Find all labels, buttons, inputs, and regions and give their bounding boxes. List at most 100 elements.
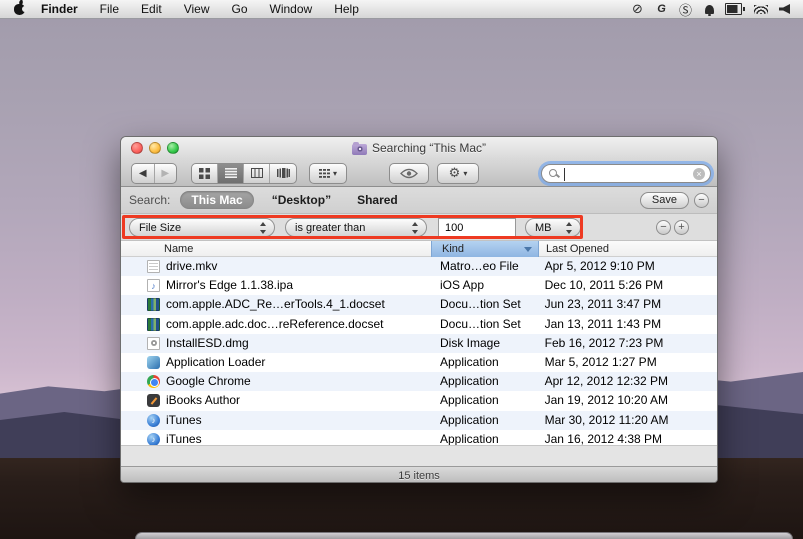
remove-filter-button[interactable]: − xyxy=(656,220,671,235)
file-kind: Docu…tion Set xyxy=(430,315,538,334)
toolbar: ◀ ▶ xyxy=(121,159,717,187)
zoom-button[interactable] xyxy=(167,142,179,154)
file-name-cell: com.apple.adc.doc…reReference.docset xyxy=(121,315,430,334)
file-video-icon xyxy=(147,260,160,273)
apple-icon[interactable] xyxy=(14,4,25,15)
volume-icon[interactable] xyxy=(776,0,793,18)
file-kind: Docu…tion Set xyxy=(430,295,538,314)
file-name-cell: Mirror's Edge 1.1.38.ipa xyxy=(121,276,430,295)
file-last-opened: Dec 10, 2011 5:26 PM xyxy=(538,276,717,295)
file-kind: Disk Image xyxy=(430,334,538,353)
scope-button[interactable]: This Mac xyxy=(180,191,253,209)
dock[interactable] xyxy=(135,532,793,539)
save-button[interactable]: Save xyxy=(640,192,689,209)
file-name: iBooks Author xyxy=(166,391,240,410)
menu-item-file[interactable]: File xyxy=(100,2,119,16)
add-filter-button[interactable]: + xyxy=(674,220,689,235)
columns-icon xyxy=(251,168,263,178)
filter-unit-value: MB xyxy=(535,222,552,234)
search-scopes: This Mac “Desktop” Shared xyxy=(180,191,405,209)
screen: Finder File Edit View Go Window Help Searching… xyxy=(0,0,803,539)
growl-icon[interactable] xyxy=(653,0,670,18)
file-name: com.apple.adc.doc…reReference.docset xyxy=(166,315,383,334)
filter-attribute-popup[interactable]: File Size xyxy=(129,218,275,237)
file-last-opened: Jan 13, 2011 1:43 PM xyxy=(538,315,717,334)
column-header-kind[interactable]: Kind xyxy=(431,241,539,257)
column-header-last-opened[interactable]: Last Opened xyxy=(546,241,609,257)
battery-icon[interactable] xyxy=(725,0,745,18)
file-name-cell: drive.mkv xyxy=(121,257,430,276)
file-row[interactable]: iBooks AuthorApplicationJan 19, 2012 10:… xyxy=(121,391,717,410)
file-kind: Application xyxy=(430,353,538,372)
minimize-button[interactable] xyxy=(149,142,161,154)
stepper-icon xyxy=(566,222,573,234)
file-music-icon xyxy=(147,279,160,292)
arrange-button[interactable]: ▾ xyxy=(309,163,347,184)
file-row[interactable]: Mirror's Edge 1.1.38.ipaiOS AppDec 10, 2… xyxy=(121,276,717,295)
file-row[interactable]: Google ChromeApplicationApr 12, 2012 12:… xyxy=(121,372,717,391)
search-scope-bar: Search: This Mac“Desktop”Shared Save − xyxy=(121,187,717,214)
filter-attribute-value: File Size xyxy=(139,222,181,234)
list-view-button[interactable] xyxy=(218,164,244,183)
file-row[interactable]: com.apple.ADC_Re…erTools.4_1.docset Docu…… xyxy=(121,295,717,314)
menu-item-help[interactable]: Help xyxy=(334,2,359,16)
quick-look-button[interactable] xyxy=(389,163,429,184)
coverflow-icon xyxy=(277,168,290,178)
file-row[interactable]: iTunesApplicationJan 16, 2012 4:38 PM xyxy=(121,430,717,445)
file-name: com.apple.ADC_Re…erTools.4_1.docset xyxy=(166,295,385,314)
menu-item-go[interactable]: Go xyxy=(232,2,248,16)
bell-icon[interactable] xyxy=(701,0,718,18)
forward-button[interactable]: ▶ xyxy=(155,164,177,183)
scope-button[interactable]: Shared xyxy=(349,192,406,208)
grid-icon xyxy=(199,168,210,179)
action-button[interactable]: ⚙ ▾ xyxy=(437,163,479,184)
filter-operator-value: is greater than xyxy=(295,222,365,234)
file-row[interactable]: Application LoaderApplicationMar 5, 2012… xyxy=(121,353,717,372)
file-last-opened: Jun 23, 2011 3:47 PM xyxy=(538,295,717,314)
filter-value-input[interactable] xyxy=(438,218,516,237)
file-name-cell: iBooks Author xyxy=(121,391,430,410)
file-name: drive.mkv xyxy=(166,257,217,276)
file-last-opened: Jan 19, 2012 10:20 AM xyxy=(538,391,717,410)
skitch-icon[interactable] xyxy=(677,0,694,18)
wifi-icon[interactable] xyxy=(752,0,769,18)
arrange-grid-icon xyxy=(319,169,330,178)
menu-items: Finder File Edit View Go Window Help xyxy=(41,2,359,16)
coverflow-view-button[interactable] xyxy=(270,164,296,183)
gear-icon: ⚙ xyxy=(449,165,461,181)
file-name: iTunes xyxy=(166,411,202,430)
menu-item-window[interactable]: Window xyxy=(270,2,313,16)
file-row[interactable]: drive.mkvMatro…eo FileApr 5, 2012 9:10 P… xyxy=(121,257,717,276)
back-button[interactable]: ◀ xyxy=(132,164,155,183)
close-button[interactable] xyxy=(131,142,143,154)
file-row[interactable]: com.apple.adc.doc…reReference.docset Docu… xyxy=(121,315,717,334)
file-name-cell: iTunes xyxy=(121,430,430,445)
filter-unit-popup[interactable]: MB xyxy=(525,218,581,237)
file-name: Mirror's Edge 1.1.38.ipa xyxy=(166,276,293,295)
column-headers: Name Kind Last Opened xyxy=(121,241,717,257)
menu-item-finder[interactable]: Finder xyxy=(41,2,78,16)
search-input[interactable] xyxy=(564,166,692,181)
file-kind: Matro…eo File xyxy=(430,257,538,276)
file-name-cell: com.apple.ADC_Re…erTools.4_1.docset xyxy=(121,295,430,314)
scope-bar-actions: Save − xyxy=(640,192,709,209)
search-field[interactable]: × xyxy=(541,164,711,183)
file-last-opened: Apr 12, 2012 12:32 PM xyxy=(538,372,717,391)
clear-search-icon[interactable]: × xyxy=(693,168,705,180)
itunes-icon xyxy=(147,414,160,427)
docset-icon xyxy=(147,298,160,311)
collapse-filter-button[interactable]: − xyxy=(694,193,709,208)
title-bar[interactable]: Searching “This Mac” xyxy=(121,137,717,159)
file-kind: Application xyxy=(430,411,538,430)
scope-button[interactable]: “Desktop” xyxy=(264,192,339,208)
ibooks-author-icon xyxy=(147,394,160,407)
column-header-name[interactable]: Name xyxy=(164,241,193,257)
column-view-button[interactable] xyxy=(244,164,270,183)
record-icon[interactable] xyxy=(629,0,646,18)
file-row[interactable]: InstallESD.dmgDisk ImageFeb 16, 2012 7:2… xyxy=(121,334,717,353)
menu-item-view[interactable]: View xyxy=(184,2,210,16)
filter-operator-popup[interactable]: is greater than xyxy=(285,218,427,237)
icon-view-button[interactable] xyxy=(192,164,218,183)
file-row[interactable]: iTunesApplicationMar 30, 2012 11:20 AM xyxy=(121,411,717,430)
menu-item-edit[interactable]: Edit xyxy=(141,2,162,16)
